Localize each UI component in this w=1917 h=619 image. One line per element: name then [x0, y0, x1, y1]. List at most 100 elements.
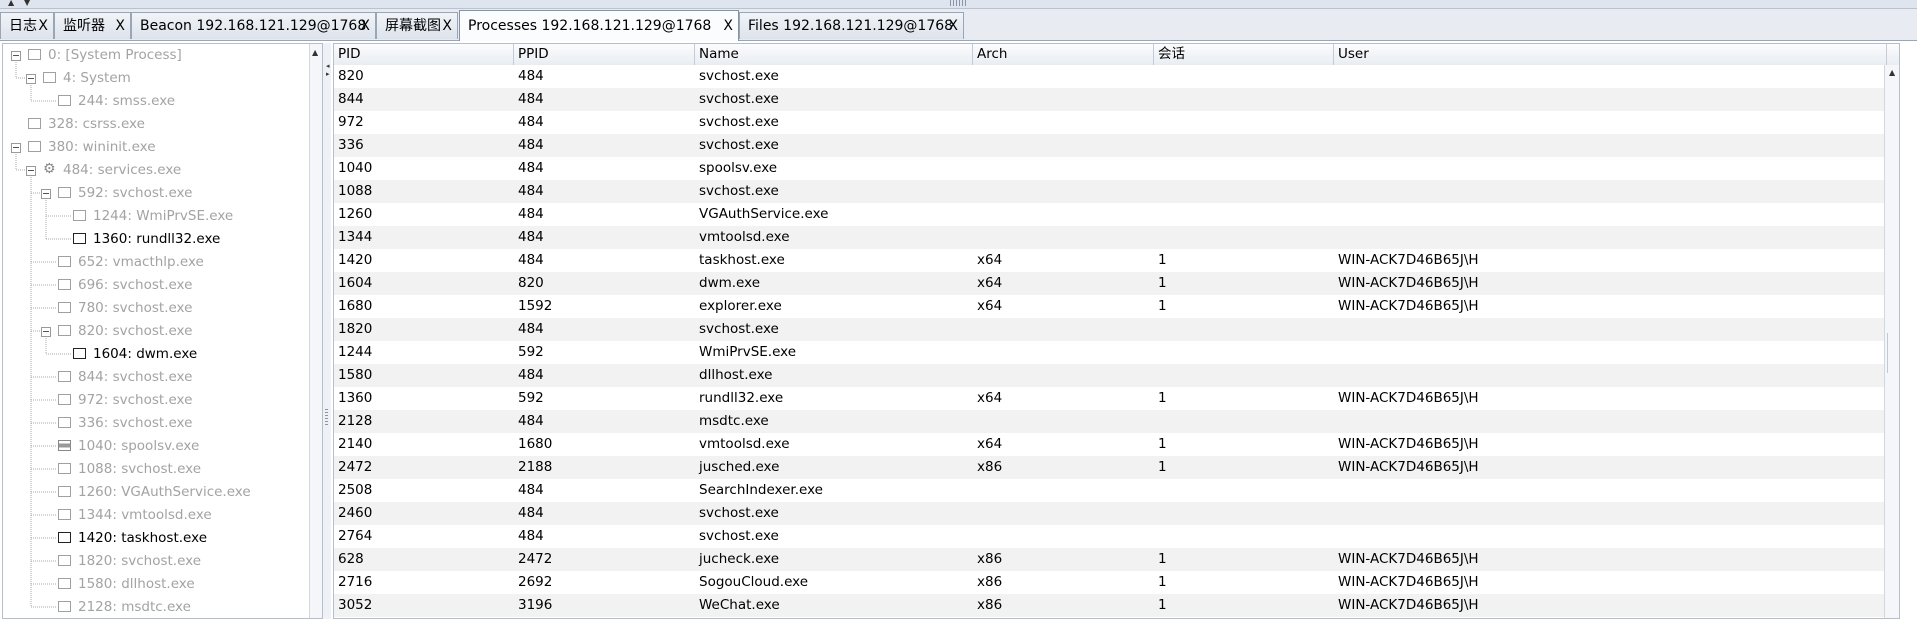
tab-close-icon[interactable]: X	[115, 13, 125, 39]
tree-item[interactable]: 972: svchost.exe	[41, 389, 303, 412]
table-scrollbar[interactable]: ▲	[1884, 65, 1899, 618]
tree-item[interactable]: 380: wininit.exe	[11, 136, 303, 159]
tab-close-icon[interactable]: X	[38, 13, 48, 39]
tree-item[interactable]: 336: svchost.exe	[41, 412, 303, 435]
table-cell: 484	[518, 68, 544, 84]
splitter-arrows-icon[interactable]: ◂ ▸	[326, 62, 330, 78]
tree-item[interactable]: 696: svchost.exe	[41, 274, 303, 297]
tree-item[interactable]: 1260: VGAuthService.exe	[41, 481, 303, 504]
tab-close-icon[interactable]: X	[360, 13, 370, 39]
process-window-icon	[73, 210, 86, 221]
table-cell	[973, 525, 1158, 548]
tree-item[interactable]: 1604: dwm.exe	[56, 343, 303, 366]
tree-item[interactable]: 652: vmacthlp.exe	[41, 251, 303, 274]
tree-item[interactable]: 2128: msdtc.exe	[41, 596, 303, 618]
table-cell	[1334, 479, 1891, 502]
table-row[interactable]: 2128 484 msdtc.exe	[334, 410, 1899, 433]
collapse-toggle-icon[interactable]	[11, 143, 21, 153]
tree-item[interactable]: 1040: spoolsv.exe	[41, 435, 303, 458]
table-row[interactable]: 1040 484 spoolsv.exe	[334, 157, 1899, 180]
tree-item[interactable]: 844: svchost.exe	[41, 366, 303, 389]
table-row[interactable]: 1580 484 dllhost.exe	[334, 364, 1899, 387]
table-row[interactable]: 1244 592 WmiPrvSE.exe	[334, 341, 1899, 364]
process-table[interactable]: PID PPID Name Arch 会话 User 820 484 svchost.exe 8…	[333, 43, 1900, 619]
scroll-thumb[interactable]	[1887, 333, 1897, 373]
tab-3[interactable]: 屏幕截图 X	[376, 12, 458, 39]
table-row[interactable]: 628 2472 jucheck.exe x86 1 WIN-ACK7D46B65J\H	[334, 548, 1899, 571]
process-window-icon	[58, 417, 71, 428]
table-row[interactable]: 3052 3196 WeChat.exe x86 1 WIN-ACK7D46B65J\H	[334, 594, 1899, 617]
collapse-toggle-icon[interactable]	[11, 51, 21, 61]
column-header[interactable]: User	[1334, 44, 1887, 65]
tree-item[interactable]: 592: svchost.exe	[41, 182, 303, 205]
table-row[interactable]: 2716 2692 SogouCloud.exe x86 1 WIN-ACK7D46B65…	[334, 571, 1899, 594]
table-row[interactable]: 1820 484 svchost.exe	[334, 318, 1899, 341]
tree-item[interactable]: 0: [System Process]	[11, 44, 303, 67]
table-cell: WIN-ACK7D46B65J\H	[1338, 597, 1479, 613]
table-row[interactable]: 2508 484 SearchIndexer.exe	[334, 479, 1899, 502]
table-row[interactable]: 2140 1680 vmtoolsd.exe x64 1 WIN-ACK7D46B65J\…	[334, 433, 1899, 456]
tree-item[interactable]: 780: svchost.exe	[41, 297, 303, 320]
tree-scrollbar[interactable]: ▲	[309, 44, 322, 618]
collapse-toggle-icon[interactable]	[41, 189, 51, 199]
tab-5[interactable]: Files 192.168.121.129@1768 X	[739, 12, 964, 39]
tab-4[interactable]: Processes 192.168.121.129@1768 X	[459, 10, 739, 41]
collapse-toggle-icon[interactable]	[26, 166, 36, 176]
tab-0[interactable]: 日志 X	[0, 12, 54, 39]
table-cell	[1154, 180, 1338, 203]
table-cell	[1154, 525, 1338, 548]
column-header[interactable]: PPID	[514, 44, 695, 65]
process-tree[interactable]: ▲ 0: [System Process] 4: System 244: smss.…	[2, 43, 323, 619]
table-row[interactable]: 820 484 svchost.exe	[334, 65, 1899, 88]
table-row[interactable]: 1604 820 dwm.exe x64 1 WIN-ACK7D46B65J\H	[334, 272, 1899, 295]
tab-close-icon[interactable]: X	[723, 13, 733, 39]
top-strip: ▲ ▼	[0, 0, 1917, 9]
tab-close-icon[interactable]: X	[442, 13, 452, 39]
column-header[interactable]: Name	[695, 44, 973, 65]
table-row[interactable]: 2460 484 svchost.exe	[334, 502, 1899, 525]
table-cell: 484	[518, 528, 544, 544]
tree-item[interactable]: 244: smss.exe	[41, 90, 303, 113]
collapse-up-icon[interactable]: ▲	[8, 0, 14, 7]
tree-item[interactable]: 328: csrss.exe	[11, 113, 303, 136]
column-header[interactable]: Arch	[973, 44, 1154, 65]
table-row[interactable]: 1260 484 VGAuthService.exe	[334, 203, 1899, 226]
table-row[interactable]: 1360 592 rundll32.exe x64 1 WIN-ACK7D46B65J\H	[334, 387, 1899, 410]
tree-item[interactable]: 1580: dllhost.exe	[41, 573, 303, 596]
collapse-toggle-icon[interactable]	[26, 74, 36, 84]
tab-1[interactable]: 监听器 X	[54, 12, 131, 39]
tree-item[interactable]: 4: System	[26, 67, 303, 90]
tree-item[interactable]: 1088: svchost.exe	[41, 458, 303, 481]
tab-close-icon[interactable]: X	[948, 13, 958, 39]
tree-item[interactable]: 1344: vmtoolsd.exe	[41, 504, 303, 527]
column-header[interactable]: 会话	[1154, 44, 1334, 65]
tree-item-label: 1088: svchost.exe	[78, 461, 202, 477]
tree-item[interactable]: 1420: taskhost.exe	[41, 527, 303, 550]
table-cell	[1154, 502, 1338, 525]
tree-item[interactable]: ⚙ 484: services.exe	[26, 159, 303, 182]
pane-splitter[interactable]: ◂ ▸	[323, 43, 331, 619]
tree-item[interactable]: 1244: WmiPrvSE.exe	[56, 205, 303, 228]
expand-down-icon[interactable]: ▼	[24, 0, 30, 7]
table-row[interactable]: 1680 1592 explorer.exe x64 1 WIN-ACK7D46B65J\…	[334, 295, 1899, 318]
table-cell: 1260	[338, 206, 373, 222]
splitter-grip[interactable]	[325, 409, 328, 425]
table-row[interactable]: 972 484 svchost.exe	[334, 111, 1899, 134]
table-row[interactable]: 1088 484 svchost.exe	[334, 180, 1899, 203]
table-row[interactable]: 1420 484 taskhost.exe x64 1 WIN-ACK7D46B65J\H	[334, 249, 1899, 272]
scroll-up-icon[interactable]: ▲	[1889, 68, 1895, 77]
tree-item[interactable]: 820: svchost.exe	[41, 320, 303, 343]
tree-item[interactable]: 1820: svchost.exe	[41, 550, 303, 573]
table-row[interactable]: 2472 2188 jusched.exe x86 1 WIN-ACK7D46B65J\H	[334, 456, 1899, 479]
tree-item[interactable]: 1360: rundll32.exe	[56, 228, 303, 251]
splitter-grip[interactable]	[950, 0, 966, 6]
collapse-toggle-icon[interactable]	[41, 327, 51, 337]
table-cell: 1088	[338, 183, 373, 199]
scroll-up-icon[interactable]: ▲	[312, 48, 318, 57]
table-row[interactable]: 844 484 svchost.exe	[334, 88, 1899, 111]
table-row[interactable]: 2764 484 svchost.exe	[334, 525, 1899, 548]
table-row[interactable]: 1344 484 vmtoolsd.exe	[334, 226, 1899, 249]
tab-2[interactable]: Beacon 192.168.121.129@1768 X	[131, 12, 376, 39]
table-row[interactable]: 336 484 svchost.exe	[334, 134, 1899, 157]
column-header[interactable]: PID	[334, 44, 514, 65]
